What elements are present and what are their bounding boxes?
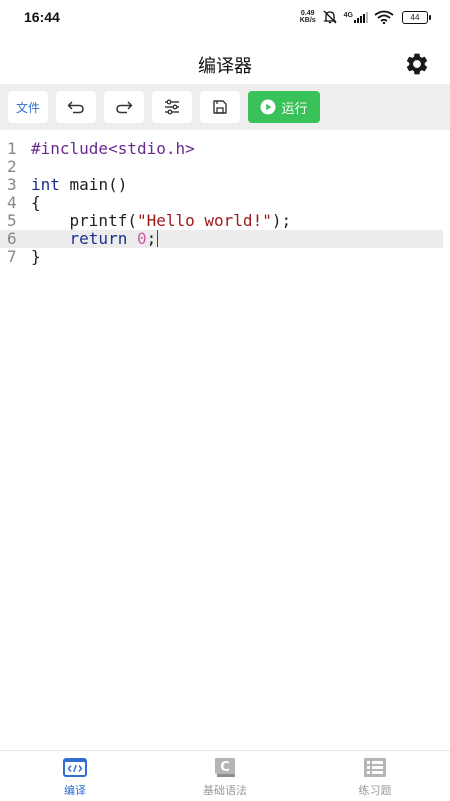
nav-item-syntax[interactable]: C 基础语法 — [150, 751, 300, 801]
code-token: printf( — [31, 211, 137, 230]
line-number: 6 — [7, 229, 17, 248]
signal-label: 4G — [343, 11, 353, 19]
status-bar: 16:44 0.49 KB/s 4G 44 — [0, 0, 450, 34]
editor-settings-button[interactable] — [152, 91, 192, 123]
code-token: int — [31, 175, 60, 194]
nav-label-exercises: 练习题 — [358, 784, 392, 797]
net-speed-unit: KB/s — [299, 17, 316, 24]
code-line[interactable]: 7} — [0, 248, 443, 266]
line-number: 3 — [7, 175, 17, 194]
code-token: } — [31, 247, 41, 266]
nav-item-exercises[interactable]: 练习题 — [300, 751, 450, 801]
undo-button[interactable] — [56, 91, 96, 123]
code-token: { — [31, 193, 41, 212]
net-speed-value: 0.49 — [300, 10, 315, 17]
c-book-icon: C — [215, 758, 235, 777]
line-number: 5 — [7, 211, 17, 230]
gear-icon[interactable] — [404, 51, 430, 77]
status-time: 16:44 — [24, 9, 60, 25]
mute-icon — [323, 10, 337, 24]
run-label: 运行 — [281, 101, 308, 117]
nav-label-compile: 编译 — [64, 784, 86, 797]
code-line[interactable]: 1 #include<stdio.h> — [0, 140, 443, 158]
code-text: return 0; — [31, 229, 159, 248]
code-text: #include<stdio.h> — [31, 140, 195, 158]
cell-signal: 4G — [343, 11, 368, 23]
network-speed: 0.49 KB/s — [300, 10, 316, 24]
code-token: ); — [271, 211, 292, 230]
status-icons: 0.49 KB/s 4G 44 — [300, 10, 431, 24]
code-line[interactable]: 3 int main() — [0, 176, 443, 194]
code-icon — [63, 758, 87, 777]
sliders-icon — [165, 99, 179, 115]
code-token: ; — [146, 229, 157, 248]
code-token: 0 — [136, 229, 147, 248]
code-line[interactable]: 2 — [0, 158, 443, 176]
signal-bars-icon — [354, 11, 368, 23]
play-icon — [260, 99, 276, 115]
code-line[interactable]: 6 return 0; — [0, 230, 443, 248]
redo-icon — [116, 101, 133, 114]
battery-indicator: 44 — [402, 10, 431, 24]
save-icon — [213, 100, 227, 114]
editor-toolbar: 文件 运行 — [0, 84, 450, 130]
wifi-icon — [374, 10, 394, 24]
code-editor[interactable]: 1 #include<stdio.h> 2 3 int main() 4{5 printf… — [0, 130, 450, 750]
code-line[interactable]: 5 printf("Hello world!"); — [0, 212, 443, 230]
code-token: #include<stdio.h> — [31, 139, 195, 158]
line-number: 2 — [7, 157, 17, 176]
page-title: 编译器 — [198, 56, 252, 77]
line-number: 1 — [7, 139, 17, 158]
redo-button[interactable] — [104, 91, 144, 123]
save-button[interactable] — [200, 91, 240, 123]
code-text: int main() — [31, 176, 127, 194]
run-button[interactable]: 运行 — [248, 91, 320, 123]
undo-icon — [67, 101, 84, 114]
list-icon — [364, 758, 386, 777]
file-button[interactable]: 文件 — [8, 91, 48, 123]
line-number: 4 — [7, 193, 17, 212]
code-text: printf("Hello world!"); — [31, 211, 292, 230]
bottom-nav: 编译 C 基础语法 练习题 — [0, 750, 450, 801]
line-number: 7 — [7, 247, 17, 266]
title-bar: 编译器 — [0, 40, 450, 84]
svg-text:C: C — [220, 760, 230, 775]
code-text: } — [31, 248, 41, 266]
code-line[interactable]: 4{ — [0, 194, 443, 212]
code-token: "Hello world!" — [136, 211, 272, 230]
nav-label-syntax: 基础语法 — [203, 784, 247, 797]
code-text: { — [31, 194, 41, 212]
text-cursor — [157, 230, 159, 247]
code-token: main() — [59, 175, 128, 194]
code-token: return — [69, 229, 128, 248]
nav-item-compile[interactable]: 编译 — [0, 751, 150, 801]
